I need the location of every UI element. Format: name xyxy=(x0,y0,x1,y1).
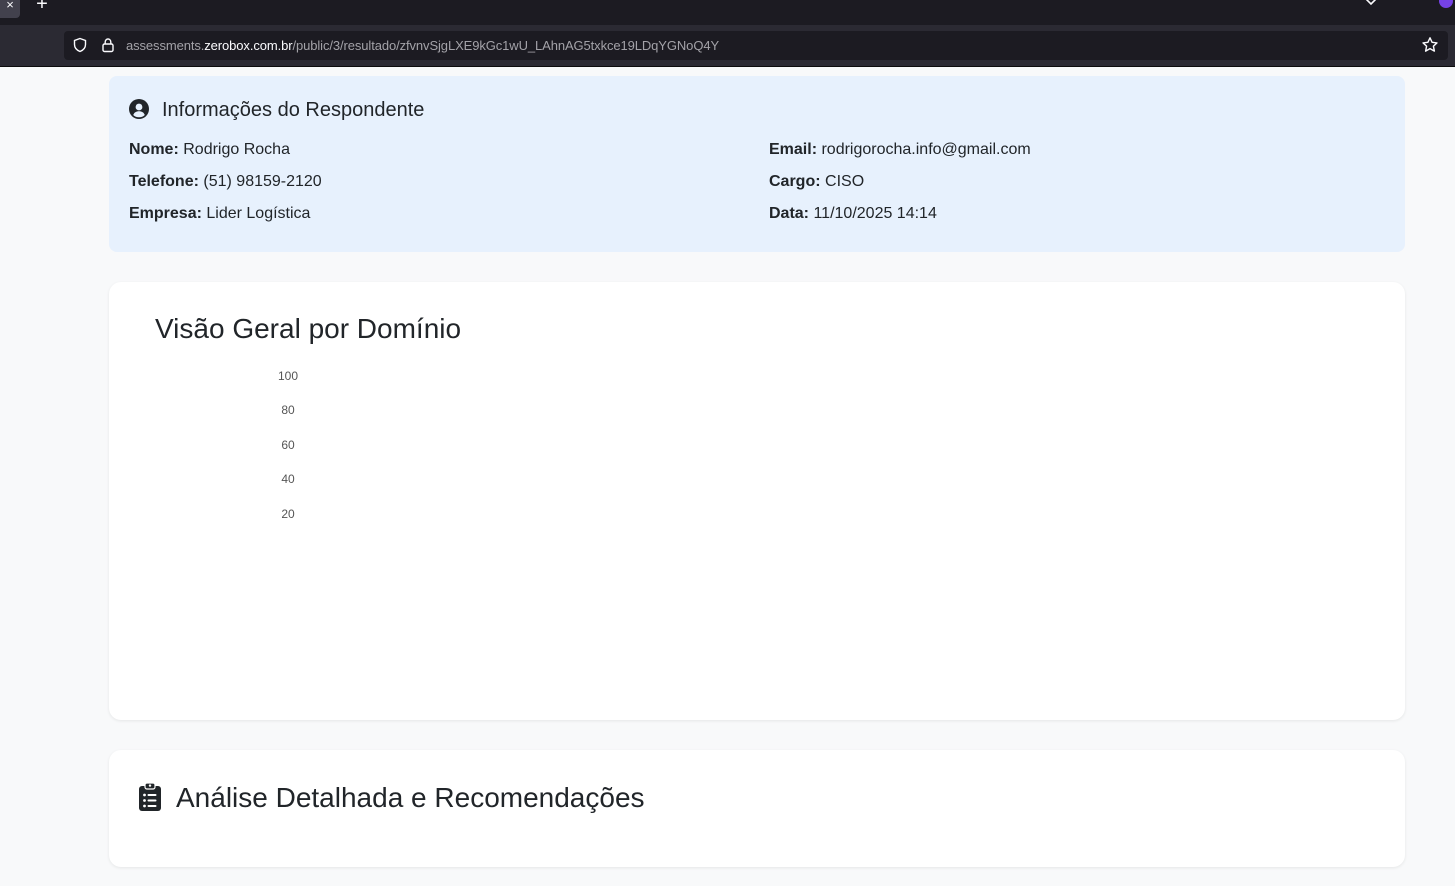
field-telefone-value: (51) 98159-2120 xyxy=(203,173,322,190)
url-host: zerobox.com.br xyxy=(204,38,293,53)
field-email-label: Email: xyxy=(769,141,818,158)
radar-tick-label: 40 xyxy=(281,472,295,487)
field-email: Email: rodrigorocha.info@gmail.com xyxy=(769,140,1031,160)
star-icon[interactable] xyxy=(1421,36,1439,54)
url-text[interactable]: assessments.zerobox.com.br/public/3/resu… xyxy=(126,38,719,54)
domain-overview-title: Visão Geral por Domínio xyxy=(155,313,462,344)
field-cargo: Cargo: CISO xyxy=(769,172,864,192)
user-circle-icon xyxy=(129,99,149,119)
analysis-title: Análise Detalhada e Recomendações xyxy=(176,782,645,813)
field-empresa: Empresa: Lider Logística xyxy=(129,204,310,224)
domain-overview-card xyxy=(109,282,1405,720)
field-data-label: Data: xyxy=(769,205,810,222)
new-tab-button[interactable]: + xyxy=(32,0,52,14)
field-cargo-label: Cargo: xyxy=(769,173,821,190)
chevron-down-icon[interactable] xyxy=(1363,0,1379,8)
clipboard-list-icon xyxy=(139,782,161,811)
field-data: Data: 11/10/2025 14:14 xyxy=(769,204,937,224)
field-data-value: 11/10/2025 14:14 xyxy=(813,205,937,222)
url-prefix: assessments. xyxy=(126,38,205,53)
tab-strip: × + xyxy=(0,0,1455,25)
field-empresa-value: Lider Logística xyxy=(206,205,311,222)
field-email-value: rodrigorocha.info@gmail.com xyxy=(821,141,1031,158)
field-nome: Nome: Rodrigo Rocha xyxy=(129,140,290,160)
field-nome-label: Nome: xyxy=(129,141,179,158)
radar-tick-label: 80 xyxy=(281,403,295,418)
radar-tick-label: 20 xyxy=(281,506,295,521)
tab-close-button[interactable]: × xyxy=(0,0,20,18)
extension-icon[interactable] xyxy=(1439,0,1453,8)
respondent-info-title: Informações do Respondente xyxy=(162,99,425,121)
field-cargo-value: CISO xyxy=(825,173,865,190)
field-empresa-label: Empresa: xyxy=(129,205,202,222)
field-telefone: Telefone: (51) 98159-2120 xyxy=(129,172,322,192)
lock-icon[interactable] xyxy=(100,37,116,53)
radar-tick-label: 100 xyxy=(277,369,299,383)
field-telefone-label: Telefone: xyxy=(129,173,199,190)
field-nome-value: Rodrigo Rocha xyxy=(183,141,290,158)
shield-icon[interactable] xyxy=(72,37,88,53)
url-path: /public/3/resultado/zfvnvSjgLXE9kGc1wU_L… xyxy=(292,38,720,53)
radar-tick-label: 60 xyxy=(281,437,295,452)
